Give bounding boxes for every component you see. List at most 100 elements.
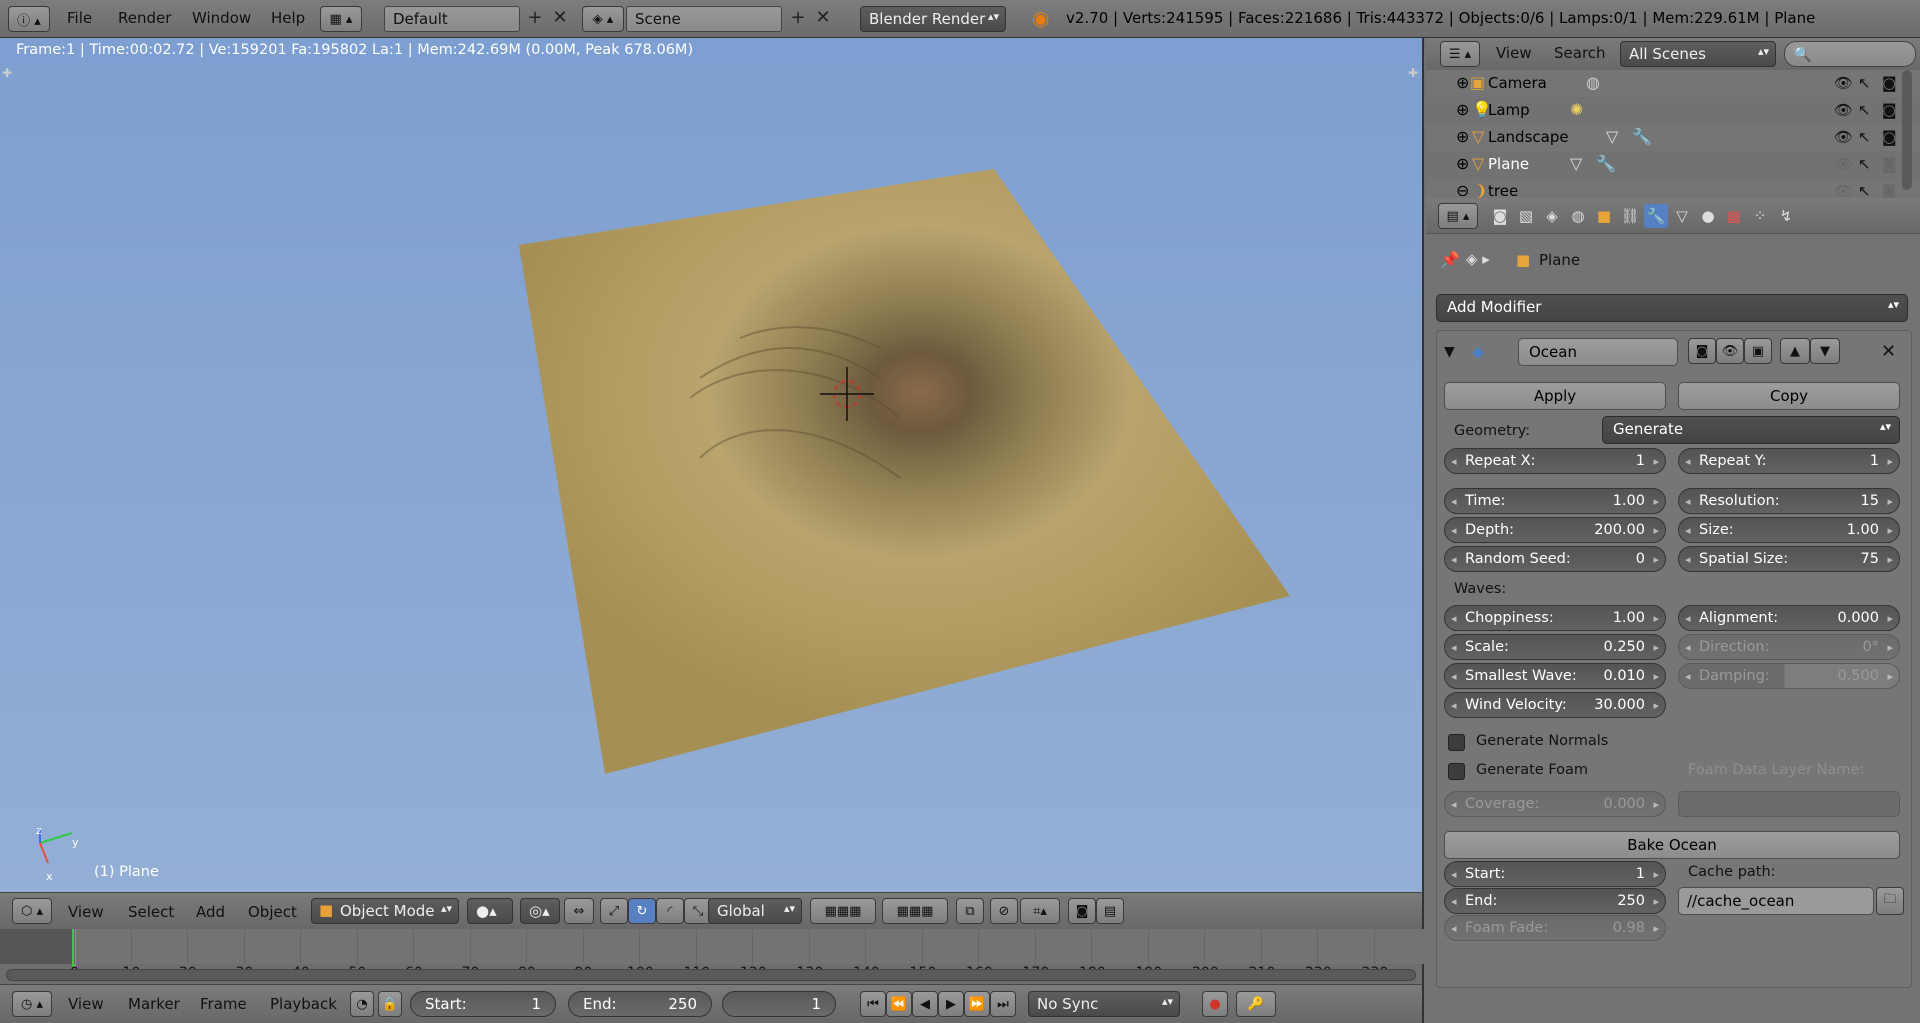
menu-window[interactable]: Window [192, 9, 251, 27]
visibility-eye-icon[interactable]: 👁 [1834, 155, 1853, 173]
outliner-row-camera[interactable]: ⊕ ▣ Camera ◍ 👁 ↖ ◙ [1426, 70, 1920, 97]
choppiness-field[interactable]: Choppiness: 1.00 [1444, 605, 1666, 631]
tab-data-icon[interactable]: ▽ [1670, 204, 1694, 228]
tab-world-icon[interactable]: ◍ [1566, 204, 1590, 228]
tab-material-icon[interactable]: ● [1696, 204, 1720, 228]
snap-icon[interactable]: ⌗▴ [1020, 898, 1060, 924]
modifier-viewport-toggle-icon[interactable]: 👁 [1716, 338, 1744, 364]
lock-camera-icon[interactable]: ⧉ [956, 898, 984, 924]
rotate-icon[interactable]: ↻ [628, 898, 656, 924]
select-cursor-icon[interactable]: ↖ [1858, 74, 1871, 92]
modifier-wrench-icon[interactable]: 🔧 [1596, 154, 1616, 173]
mode-dropdown[interactable]: ■ Object Mode ▴▾ [311, 898, 459, 924]
jump-end-icon[interactable]: ⏭ [990, 991, 1016, 1017]
start-frame-field[interactable]: Start: 1 [410, 991, 556, 1017]
menu-file[interactable]: File [67, 9, 92, 27]
lamp-data-icon[interactable]: ✺ [1570, 100, 1583, 119]
outliner-row-landscape[interactable]: ⊕ ▽ Landscape ▽ 🔧 👁 ↖ ◙ [1426, 124, 1920, 151]
render-engine-dropdown[interactable]: Blender Render ▴▾ [860, 6, 1006, 32]
depth-field[interactable]: Depth: 200.00 [1444, 517, 1666, 543]
keying-set-icon[interactable]: 🔑 [1236, 991, 1276, 1017]
scale-icon[interactable]: ◜ [656, 898, 684, 924]
tab-modifiers-icon[interactable]: 🔧 [1644, 204, 1668, 228]
visibility-eye-icon[interactable]: 👁 [1834, 101, 1853, 119]
tab-constraints-icon[interactable]: ⛓ [1618, 204, 1642, 228]
timeline-track[interactable] [0, 929, 1424, 964]
play-icon[interactable]: ▶ [938, 991, 964, 1017]
end-frame-field[interactable]: End: 250 [568, 991, 712, 1017]
move-down-icon[interactable]: ▼ [1810, 338, 1840, 364]
remove-modifier-icon[interactable]: ✕ [1881, 341, 1896, 362]
corner-widget-icon[interactable]: ✚ [1408, 66, 1418, 80]
direction-field[interactable]: Direction: 0° [1678, 634, 1900, 660]
damping-field[interactable]: Damping: 0.500 [1678, 663, 1900, 689]
visibility-eye-icon[interactable]: 👁 [1834, 128, 1853, 146]
mesh-data-icon[interactable]: ▽ [1570, 154, 1582, 173]
generate-foam-checkbox[interactable] [1448, 763, 1465, 780]
camera-data-icon[interactable]: ◍ [1586, 73, 1600, 92]
outliner-row-plane[interactable]: ⊕ ▽ Plane ▽ 🔧 👁 ↖ ◙ [1426, 151, 1920, 178]
editor-type-3d-icon[interactable]: ⬡ ▴ [12, 898, 52, 924]
collapse-arrow-icon[interactable]: ▼ [1444, 344, 1455, 360]
geometry-dropdown[interactable]: Generate ▴▾ [1602, 416, 1900, 444]
size-field[interactable]: Size: 1.00 [1678, 517, 1900, 543]
pin-icon[interactable]: 📌 [1440, 250, 1460, 269]
menu-render[interactable]: Render [118, 9, 171, 27]
outliner-item-label[interactable]: Plane [1488, 155, 1529, 173]
tab-texture-icon[interactable]: ▩ [1722, 204, 1746, 228]
generate-foam-label[interactable]: Generate Foam [1476, 762, 1588, 778]
timeline-editor[interactable]: 0102030405060708090100110120130140150160… [0, 929, 1424, 984]
folder-browse-icon[interactable]: 🗀 [1876, 887, 1904, 915]
scene-icon[interactable]: ◈ ▴ [582, 6, 624, 32]
expand-icon[interactable]: ⊕ [1456, 154, 1469, 173]
tab-object-icon[interactable]: ■ [1592, 204, 1616, 228]
foam-fade-field[interactable]: Foam Fade: 0.98 [1444, 915, 1666, 941]
add-layout-icon[interactable]: + [524, 8, 546, 30]
editor-type-outliner-icon[interactable]: ☰ ▴ [1440, 41, 1480, 67]
scenes-dropdown[interactable]: All Scenes ▴▾ [1620, 41, 1776, 67]
screen-layout-icon[interactable]: ▦ ▴ [320, 6, 362, 32]
bake-start-field[interactable]: Start: 1 [1444, 861, 1666, 887]
alignment-field[interactable]: Alignment: 0.000 [1678, 605, 1900, 631]
menu-help[interactable]: Help [271, 9, 305, 27]
play-reverse-icon[interactable]: ◀ [912, 991, 938, 1017]
repeat-x-field[interactable]: Repeat X: 1 [1444, 448, 1666, 474]
wind-velocity-field[interactable]: Wind Velocity: 30.000 [1444, 692, 1666, 718]
menu-search[interactable]: Search [1554, 44, 1606, 62]
menu-marker[interactable]: Marker [128, 995, 180, 1013]
menu-view[interactable]: View [68, 903, 104, 921]
editor-type-timeline-icon[interactable]: ◷ ▴ [12, 991, 52, 1017]
remove-layout-icon[interactable]: ✕ [549, 8, 571, 30]
add-scene-icon[interactable]: + [787, 8, 809, 30]
repeat-y-field[interactable]: Repeat Y: 1 [1678, 448, 1900, 474]
screen-layout-field[interactable]: Default [384, 6, 520, 32]
expand-icon[interactable]: ⊕ [1456, 100, 1469, 119]
menu-playback[interactable]: Playback [270, 995, 337, 1013]
cache-path-input[interactable]: //cache_ocean [1678, 887, 1874, 915]
bake-end-field[interactable]: End: 250 [1444, 888, 1666, 914]
expand-icon[interactable]: ⊕ [1456, 127, 1469, 146]
modifier-name-field[interactable]: Ocean [1518, 338, 1678, 366]
lock-icon[interactable]: 🔒 [378, 991, 402, 1017]
properties-editor[interactable]: ▤ ▴ ◙ ▧ ◈ ◍ ■ ⛓ 🔧 ▽ ● ▩ ⁘ ↯ 📌 ◈ ▸ ■ Plan… [1426, 198, 1920, 1023]
move-up-icon[interactable]: ▲ [1780, 338, 1810, 364]
render-animation-icon[interactable]: ▤ [1096, 898, 1124, 924]
time-field[interactable]: Time: 1.00 [1444, 488, 1666, 514]
bake-ocean-button[interactable]: Bake Ocean [1444, 831, 1900, 859]
menu-view[interactable]: View [68, 995, 104, 1013]
render-camera-icon[interactable]: ◙ [1068, 898, 1096, 924]
editor-type-info-icon[interactable]: ⓘ ▴ [8, 6, 50, 32]
foam-layer-input[interactable] [1678, 791, 1900, 817]
outliner-item-label[interactable]: Landscape [1488, 128, 1569, 146]
menu-frame[interactable]: Frame [200, 995, 247, 1013]
outliner-row-lamp[interactable]: ⊕ 💡 Lamp ✺ 👁 ↖ ◙ [1426, 97, 1920, 124]
scene-field[interactable]: Scene [626, 6, 782, 32]
select-cursor-icon[interactable]: ↖ [1858, 101, 1871, 119]
generate-normals-label[interactable]: Generate Normals [1476, 733, 1608, 749]
visibility-eye-icon[interactable]: 👁 [1834, 74, 1853, 92]
remove-scene-icon[interactable]: ✕ [812, 8, 834, 30]
render-toggle-icon[interactable]: ◙ [1882, 101, 1897, 119]
render-toggle-icon[interactable]: ◙ [1882, 74, 1897, 92]
menu-select[interactable]: Select [128, 903, 174, 921]
outliner-item-label[interactable]: Camera [1488, 74, 1547, 92]
